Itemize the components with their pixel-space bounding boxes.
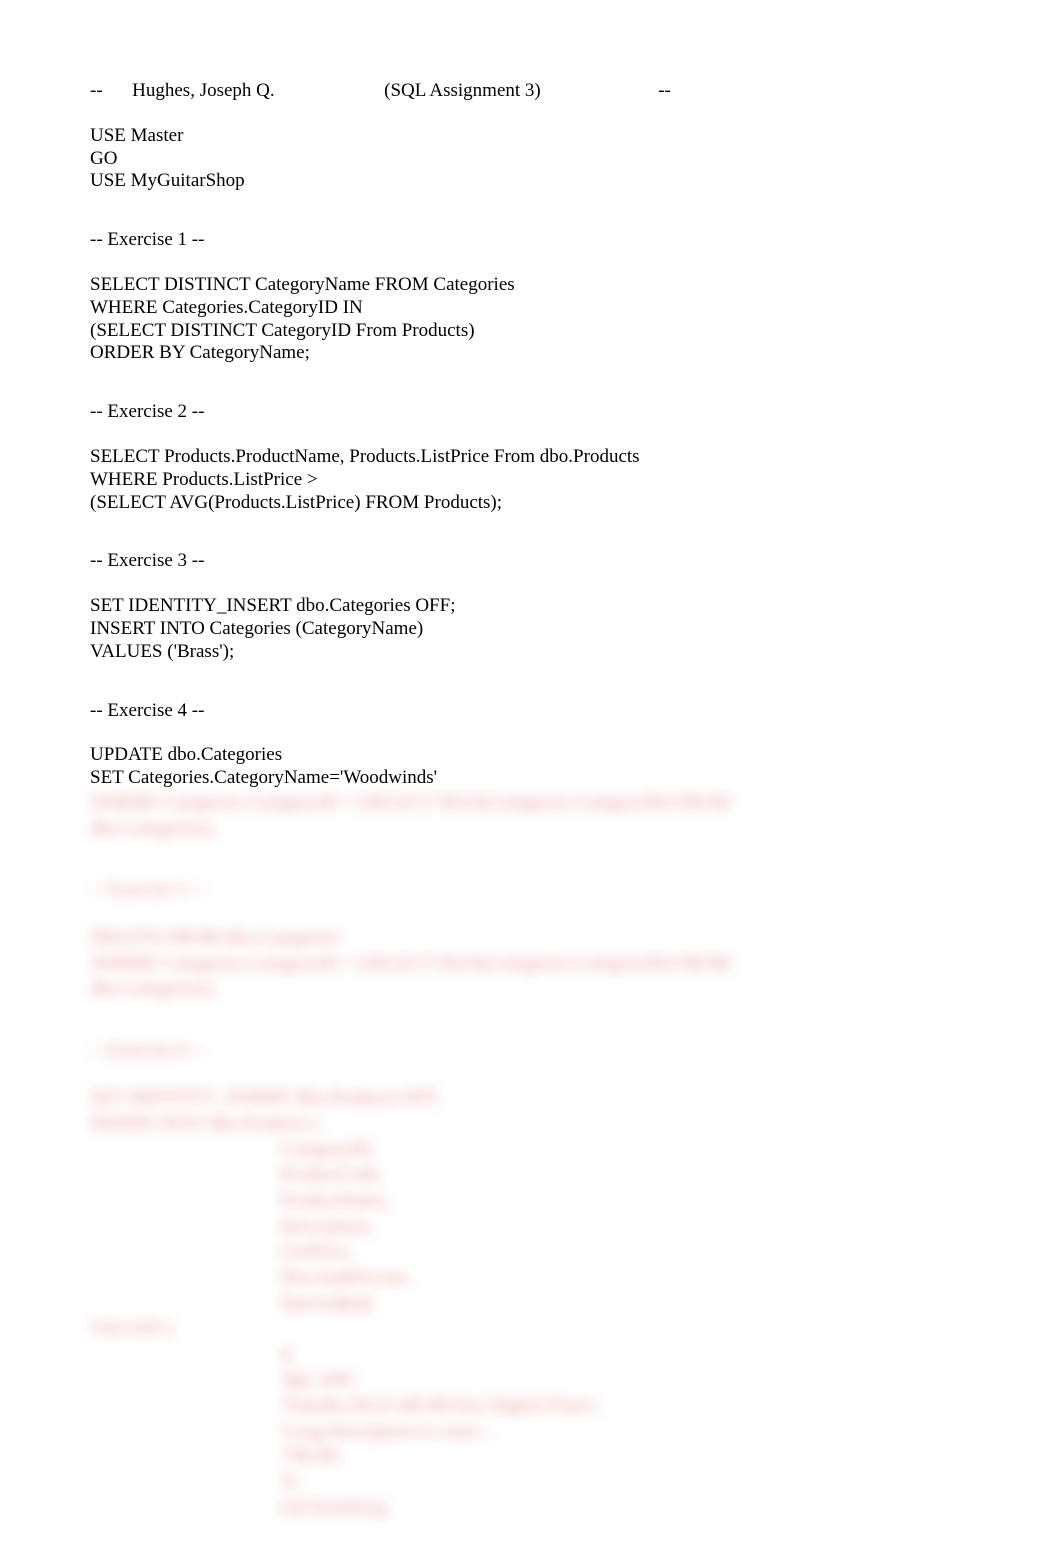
code-line: VALUES ('Brass');	[90, 641, 972, 664]
exercise-4-heading: -- Exercise 4 --	[90, 700, 972, 723]
code-line: USE Master	[90, 125, 972, 148]
code-line: (SELECT AVG(Products.ListPrice) FROM Pro…	[90, 492, 972, 515]
blurred-line: WHERE Categories.CategoryID = (SELECT MA…	[90, 951, 972, 977]
blurred-line: DiscountPercent,	[280, 1265, 972, 1291]
code-line: ORDER BY CategoryName;	[90, 342, 972, 365]
blurred-line: INSERT INTO dbo.Products (	[90, 1111, 972, 1137]
blurred-line: DateAdded)	[280, 1291, 972, 1317]
code-line: GO	[90, 148, 972, 171]
code-line: USE MyGuitarShop	[90, 170, 972, 193]
code-line: SET Categories.CategoryName='Woodwinds'	[90, 767, 972, 790]
blurred-line: ProductCode,	[280, 1162, 972, 1188]
code-line: (SELECT DISTINCT CategoryID From Product…	[90, 320, 972, 343]
blurred-values: 4, 'dgx_640', 'Yamaha DGX 640 88-Key Dig…	[280, 1342, 972, 1521]
blurred-line: DELETE FROM dbo.Categories	[90, 925, 972, 951]
document-header: -- Hughes, Joseph Q. (SQL Assignment 3) …	[90, 80, 972, 103]
exercise-4-block: -- Exercise 4 -- UPDATE dbo.Categories S…	[90, 700, 972, 790]
header-title: (SQL Assignment 3)	[384, 80, 541, 101]
exercise-3-block: -- Exercise 3 -- SET IDENTITY_INSERT dbo…	[90, 550, 972, 663]
blurred-line: Description,	[280, 1214, 972, 1240]
blurred-line: ListPrice,	[280, 1239, 972, 1265]
blurred-line: 4,	[280, 1342, 972, 1368]
blurred-line: dbo.Categories);	[90, 816, 972, 842]
exercise-1-block: -- Exercise 1 -- SELECT DISTINCT Categor…	[90, 229, 972, 365]
code-line: WHERE Products.ListPrice >	[90, 469, 972, 492]
code-line: UPDATE dbo.Categories	[90, 744, 972, 767]
blurred-indent: CategoryID, ProductCode, ProductName, De…	[280, 1137, 972, 1316]
blurred-line: '799.99',	[280, 1444, 972, 1470]
blurred-line: 'dgx_640',	[280, 1367, 972, 1393]
exercise-3-heading: -- Exercise 3 --	[90, 550, 972, 573]
code-line: SELECT DISTINCT CategoryName FROM Catego…	[90, 274, 972, 297]
blurred-line: ProductName,	[280, 1188, 972, 1214]
code-line: WHERE Categories.CategoryID IN	[90, 297, 972, 320]
blurred-line: CategoryID,	[280, 1137, 972, 1163]
blurred-line: '0',	[280, 1470, 972, 1496]
blurred-heading: -- Exercise 6 --	[90, 1038, 972, 1064]
blurred-line: dbo.Categories);	[90, 976, 972, 1002]
code-line: SELECT Products.ProductName, Products.Li…	[90, 446, 972, 469]
blurred-line: 'Yamaha DGX 640 88-Key Digital Piano',	[280, 1393, 972, 1419]
header-dashes-right: --	[658, 80, 671, 101]
preamble-block: USE Master GO USE MyGuitarShop	[90, 125, 972, 193]
code-line: SET IDENTITY_INSERT dbo.Categories OFF;	[90, 595, 972, 618]
header-author: Hughes, Joseph Q.	[132, 80, 275, 101]
exercise-2-heading: -- Exercise 2 --	[90, 401, 972, 424]
blurred-line: 'Long description to come.',	[280, 1419, 972, 1445]
blurred-heading: -- Exercise 5 --	[90, 877, 972, 903]
header-dashes-left: --	[90, 80, 103, 101]
exercise-1-heading: -- Exercise 1 --	[90, 229, 972, 252]
blurred-values-label: VALUES (	[90, 1316, 972, 1342]
exercise-2-block: -- Exercise 2 -- SELECT Products.Product…	[90, 401, 972, 514]
blurred-line: WHERE Categories.CategoryID = (SELECT MA…	[90, 790, 972, 816]
code-line: INSERT INTO Categories (CategoryName)	[90, 618, 972, 641]
blurred-line: GETDATE());	[280, 1496, 972, 1522]
blurred-line: SET IDENTITY_INSERT dbo.Products OFF;	[90, 1085, 972, 1111]
blurred-region: WHERE Categories.CategoryID = (SELECT MA…	[90, 790, 972, 1521]
